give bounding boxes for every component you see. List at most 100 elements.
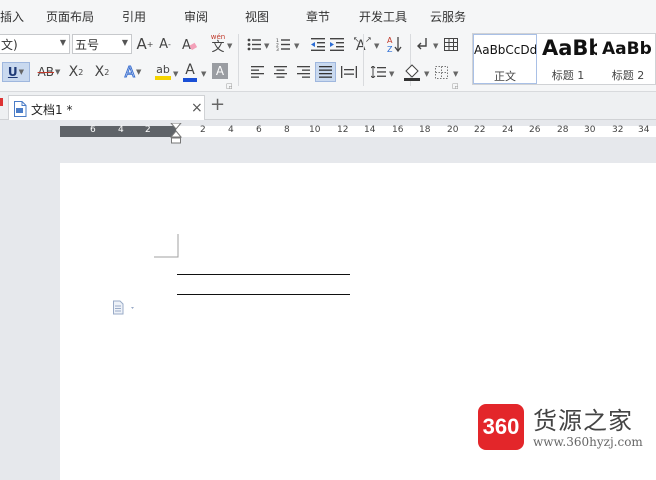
change-case-button[interactable]: A ↖ ↗ (352, 34, 372, 54)
font-color-button[interactable]: A (180, 60, 200, 84)
ruler-number: 8 (284, 125, 290, 135)
indent-marker-icon[interactable] (170, 123, 182, 145)
document-tab-bar: 文档1 * × + (0, 92, 656, 121)
align-right-button[interactable] (295, 64, 311, 80)
style-heading-2[interactable]: AaBb 标题 2 (599, 34, 656, 84)
underline-button[interactable]: U ▼ (2, 62, 30, 82)
clear-format-button[interactable]: A (180, 34, 198, 54)
border-icon (434, 65, 448, 79)
svg-text:Z: Z (387, 45, 393, 53)
style-normal-sample: AaBbCcDd (474, 43, 536, 57)
ruler-number: 28 (557, 125, 569, 135)
shading-button[interactable] (402, 62, 422, 82)
pinyin-bottom: 文 (211, 40, 225, 55)
menu-insert[interactable]: 插入 (0, 8, 24, 25)
bullets-button[interactable] (246, 36, 262, 52)
chevron-down-icon: ▼ (173, 70, 179, 78)
ruler-number: 34 (638, 125, 650, 135)
increase-indent-button[interactable] (329, 36, 345, 52)
eraser-icon: A (182, 38, 197, 52)
decrease-indent-button[interactable] (310, 36, 326, 52)
chevron-down-icon: ▼ (433, 42, 439, 50)
paragraph-settings-launcher-icon[interactable]: ◲ (452, 82, 459, 90)
chevron-down-icon: ▼ (121, 38, 128, 47)
ruler-number: 24 (502, 125, 514, 135)
paragraph-mark-icon (417, 38, 427, 50)
font-name-combo[interactable]: 文) ▼ (0, 34, 70, 54)
shrink-font-icon: A (159, 36, 168, 52)
chevron-down-icon: ▼ (59, 38, 66, 47)
ruler-number: 32 (612, 125, 624, 135)
show-hide-marks-button[interactable] (414, 35, 430, 53)
style-heading-1[interactable]: AaBb 标题 1 (539, 34, 597, 84)
sort-button[interactable]: AZ (385, 34, 405, 54)
style-heading-2-label: 标题 2 (611, 69, 645, 82)
close-tab-icon[interactable]: × (191, 100, 203, 116)
line-spacing-button[interactable] (370, 64, 386, 80)
ruler-number: 2 (200, 125, 206, 135)
justify-button[interactable] (315, 62, 336, 82)
ruler-number: 16 (392, 125, 404, 135)
sort-icon: AZ (387, 36, 402, 53)
menu-bar: 插入 页面布局 引用 审阅 视图 章节 开发工具 云服务 (0, 0, 656, 30)
font-name-value: 文) (1, 37, 18, 52)
font-settings-launcher-icon[interactable]: ◲ (226, 82, 233, 90)
styles-gallery: AaBbCcDd 正文 AaBb 标题 1 AaBb 标题 2 (472, 33, 656, 85)
grow-font-button[interactable]: A + (136, 34, 154, 54)
align-left-button[interactable] (249, 64, 265, 80)
divider (363, 34, 364, 86)
style-heading-1-sample: AaBb (542, 36, 597, 60)
borders-button[interactable] (433, 64, 449, 80)
grow-font-icon: A (136, 35, 147, 53)
font-color-bar (183, 77, 197, 82)
ruler-number: 2 (145, 125, 151, 135)
ruler-number: 26 (529, 125, 541, 135)
svg-text:A: A (182, 38, 191, 52)
menu-view[interactable]: 视图 (245, 8, 269, 25)
menu-developer-tools[interactable]: 开发工具 (359, 8, 407, 25)
style-normal[interactable]: AaBbCcDd 正文 (473, 34, 537, 84)
superscript-button[interactable]: X2 (66, 62, 86, 82)
svg-text:A: A (387, 36, 393, 45)
tab-title: 文档1 * (31, 103, 73, 117)
menu-chapter[interactable]: 章节 (306, 8, 330, 25)
menu-references[interactable]: 引用 (122, 8, 146, 25)
shrink-font-button[interactable]: A- (156, 34, 174, 54)
font-size-combo[interactable]: 五号 ▼ (72, 34, 132, 54)
new-tab-icon[interactable]: + (210, 94, 225, 115)
tab-marker (0, 98, 3, 106)
ruler-number: 30 (584, 125, 596, 135)
font-size-value: 五号 (75, 37, 100, 52)
bullet-list-icon (247, 38, 261, 50)
strikethrough-icon: AB (37, 65, 55, 79)
ruler-number: 18 (419, 125, 431, 135)
strikethrough-button[interactable]: AB ▼ (34, 62, 64, 82)
tab-document1[interactable]: 文档1 * × (8, 95, 205, 121)
numbering-button[interactable]: 123 (275, 36, 291, 52)
outdent-icon (311, 37, 325, 51)
chevron-down-icon: ▼ (294, 42, 300, 50)
subscript-button[interactable]: X2 (92, 62, 112, 82)
ruler-text-area: 2 4 6 8 10 12 14 16 18 20 22 24 26 28 30… (176, 125, 656, 137)
margin-corner-marker (154, 234, 179, 258)
table-button[interactable] (443, 35, 459, 53)
line-spacing-icon (370, 66, 386, 78)
align-right-icon (296, 66, 310, 78)
text-effect-icon: A (124, 63, 135, 82)
superscript-icon: X (68, 64, 79, 80)
char-shading-button[interactable]: A (212, 63, 228, 79)
align-center-button[interactable] (272, 64, 288, 80)
chevron-down-icon: ▼ (227, 42, 233, 50)
horizontal-ruler[interactable]: 6 4 2 2 4 6 8 10 12 14 16 18 20 22 24 26… (60, 125, 656, 137)
menu-review[interactable]: 审阅 (184, 8, 208, 25)
distribute-button[interactable] (340, 64, 358, 80)
chevron-down-icon: ▼ (201, 70, 207, 78)
style-heading-1-label: 标题 1 (551, 69, 585, 82)
paragraph-options-icon[interactable] (112, 300, 138, 316)
ruler-number: 22 (474, 125, 486, 135)
text-effect-button[interactable]: A ▼ (120, 62, 146, 82)
menu-page-layout[interactable]: 页面布局 (46, 8, 94, 25)
style-heading-2-sample: AaBb (602, 39, 652, 59)
menu-cloud-services[interactable]: 云服务 (430, 8, 466, 25)
chevron-down-icon: ▼ (374, 42, 380, 50)
